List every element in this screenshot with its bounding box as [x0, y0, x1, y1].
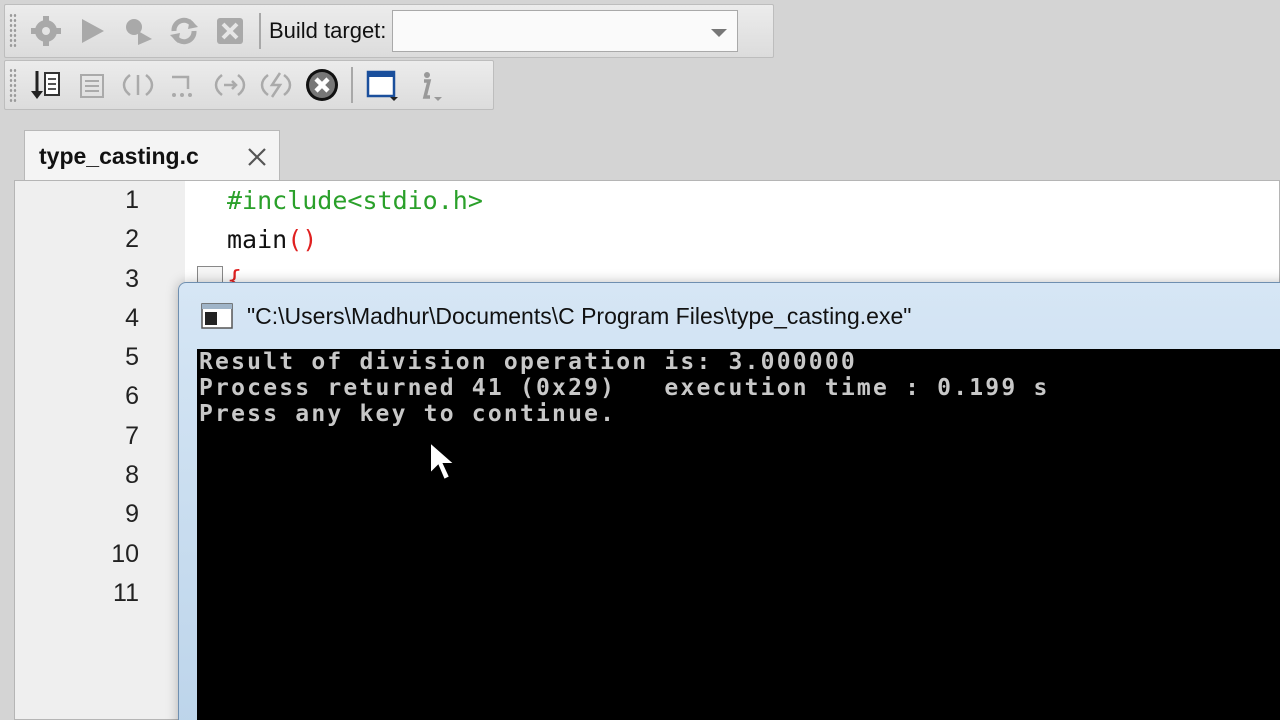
settings-icon — [31, 16, 61, 46]
debug-toolbar — [4, 60, 494, 110]
info-icon — [422, 72, 442, 101]
console-line: Press any key to continue. — [199, 401, 617, 427]
line-number: 2 — [125, 225, 139, 254]
next-instruction-icon — [260, 72, 292, 98]
line-number: 1 — [125, 186, 139, 214]
stop-debugger-icon — [306, 69, 338, 101]
console-line: Result of division operation is: 3.00000… — [199, 349, 857, 375]
line-number: 5 — [125, 343, 139, 372]
console-title: "C:\Users\Madhur\Documents\C Program Fil… — [247, 302, 912, 329]
abort-button[interactable] — [207, 9, 253, 53]
build-target-label: Build target: — [269, 18, 387, 43]
console-line: Process returned 41 (0x29) execution tim… — [199, 375, 1050, 401]
build-icon — [126, 19, 152, 45]
debug-windows-icon — [366, 70, 398, 101]
console-title-bar[interactable]: "C:\Users\Madhur\Documents\C Program Fil… — [179, 283, 1280, 349]
console-output[interactable]: Result of division operation is: 3.00000… — [197, 349, 1280, 720]
step-into-icon — [172, 75, 192, 97]
step-out-icon — [214, 74, 246, 96]
debug-continue-icon — [31, 71, 60, 99]
chevron-down-icon — [711, 29, 728, 37]
step-into-button[interactable] — [161, 63, 207, 107]
mouse-cursor-icon — [429, 440, 458, 482]
code-line: main() — [227, 220, 483, 259]
run-to-cursor-icon — [80, 74, 104, 98]
rebuild-button[interactable] — [161, 9, 207, 53]
run-button[interactable] — [69, 9, 115, 53]
line-number: 6 — [125, 382, 139, 411]
line-number-gutter: 1 2 3 4 5 6 7 8 9 10 11 — [15, 181, 185, 719]
line-number: 11 — [113, 578, 139, 607]
toolbar-grip[interactable] — [9, 68, 17, 102]
step-out-button[interactable] — [207, 63, 253, 107]
info-button[interactable] — [405, 63, 451, 107]
tab-type-casting[interactable]: type_casting.c — [24, 130, 280, 182]
console-window[interactable]: "C:\Users\Madhur\Documents\C Program Fil… — [178, 282, 1280, 720]
run-icon — [82, 19, 104, 43]
stop-debugger-button[interactable] — [299, 63, 345, 107]
settings-button[interactable] — [23, 9, 69, 53]
toolbar-grip[interactable] — [9, 12, 17, 50]
next-instruction-button[interactable] — [253, 63, 299, 107]
console-text: Result of division operation is: 3.00000… — [199, 349, 1050, 427]
next-line-icon — [122, 74, 154, 96]
build-target-select[interactable] — [392, 10, 739, 52]
line-number: 7 — [125, 421, 139, 450]
toolbar-area: Build target: — [0, 0, 1280, 118]
debug-continue-button[interactable] — [23, 63, 69, 107]
build-run-button[interactable] — [115, 9, 161, 53]
next-line-button[interactable] — [115, 63, 161, 107]
abort-icon — [217, 18, 243, 44]
line-number: 8 — [125, 461, 139, 490]
rebuild-icon — [170, 17, 198, 45]
line-number: 3 — [125, 264, 139, 293]
line-number: 4 — [125, 303, 139, 332]
debug-windows-button[interactable] — [359, 63, 405, 107]
line-number: 9 — [125, 500, 139, 529]
toolbar-separator — [351, 67, 353, 103]
build-toolbar: Build target: — [4, 4, 774, 58]
tab-label: type_casting.c — [39, 143, 199, 169]
line-numbers: 1 2 3 4 5 6 7 8 9 10 11 — [15, 181, 139, 613]
run-to-cursor-button[interactable] — [69, 63, 115, 107]
code-token: () — [287, 225, 318, 255]
toolbar-separator — [259, 13, 261, 49]
code-line: #include<stdio.h> — [227, 181, 483, 220]
console-icon — [201, 303, 233, 329]
close-icon[interactable] — [245, 145, 269, 169]
line-number: 10 — [111, 539, 139, 568]
code-token: #include<stdio.h> — [227, 186, 483, 215]
code-token: main — [227, 225, 288, 255]
